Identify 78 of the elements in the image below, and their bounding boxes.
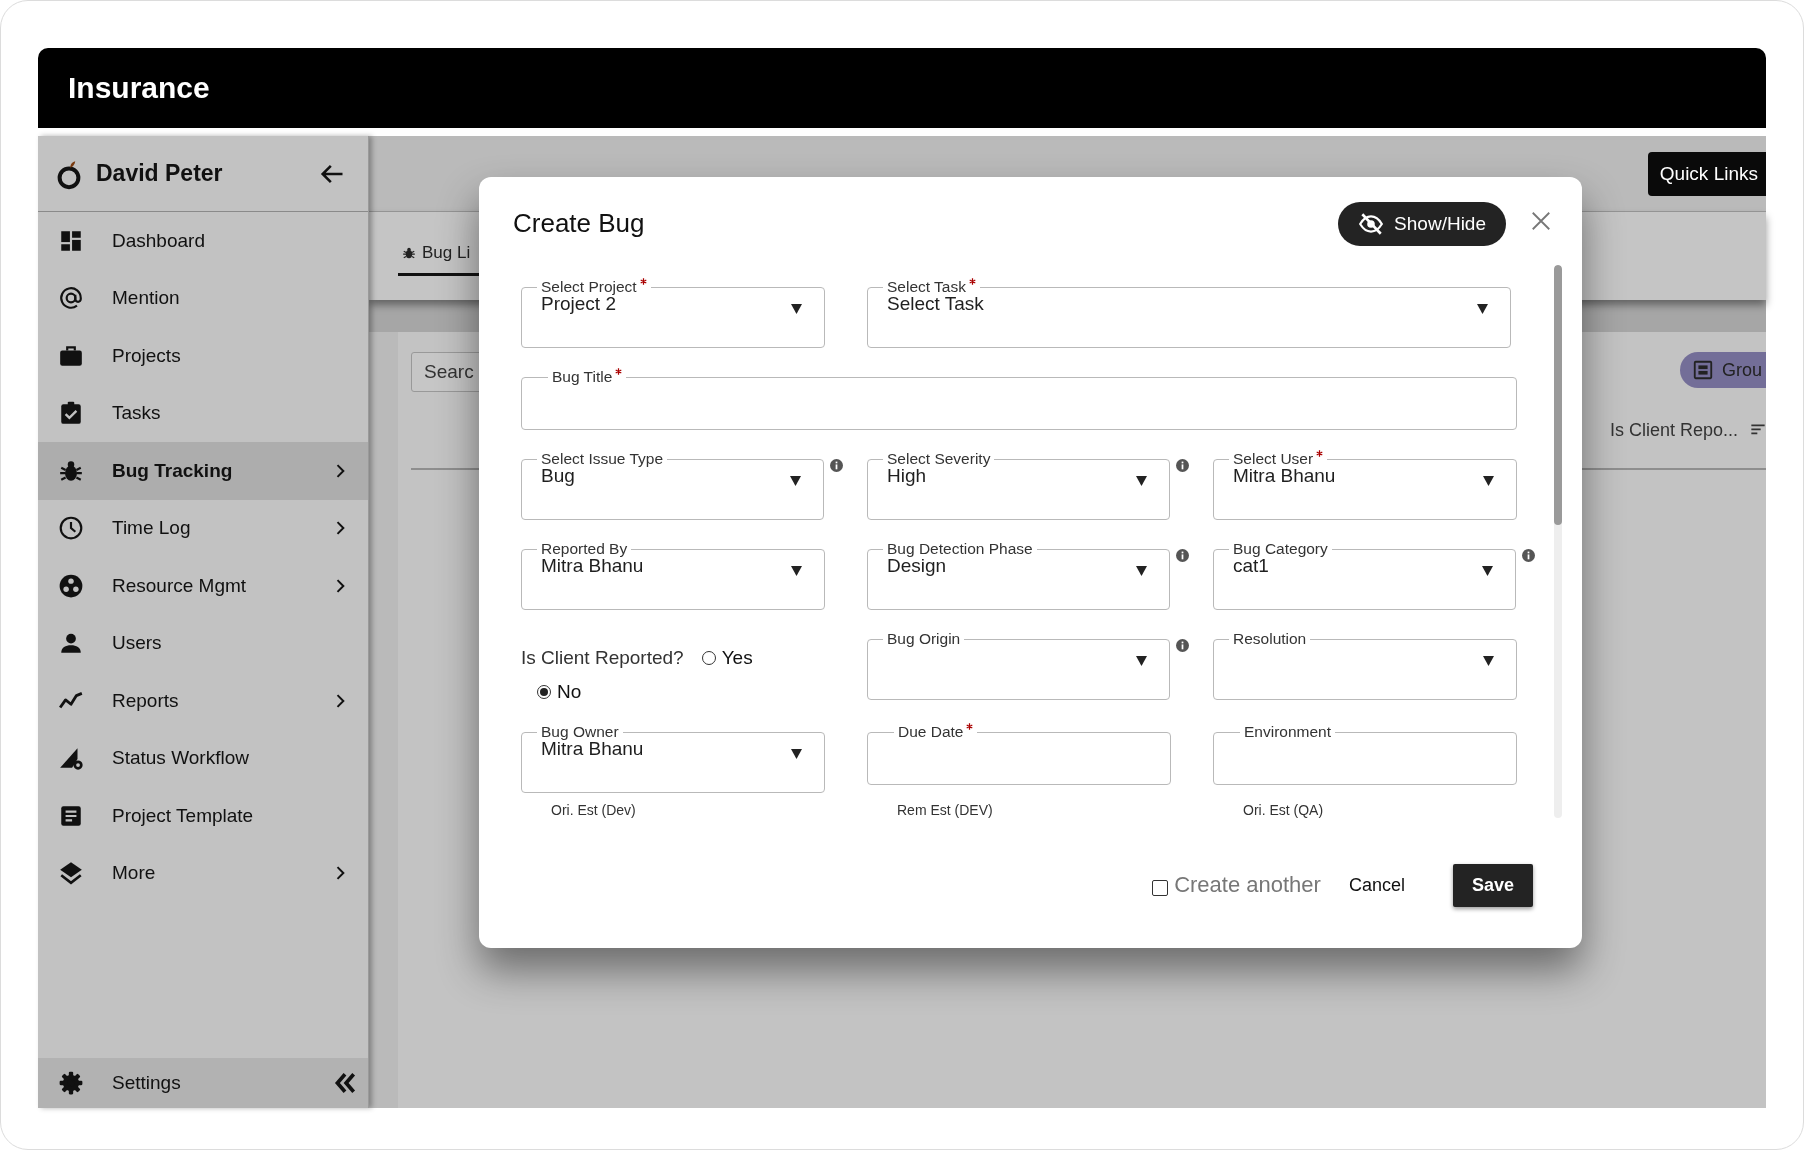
save-button[interactable]: Save: [1452, 863, 1533, 907]
field-label: Due Date: [894, 723, 978, 741]
caret-down-icon: [1477, 304, 1488, 314]
sidebar-item[interactable]: Mention: [38, 269, 368, 327]
quick-links-button[interactable]: Quick Links: [1647, 152, 1766, 196]
caret-down-icon: [1136, 656, 1147, 666]
sidebar-item[interactable]: Time Log: [38, 499, 368, 557]
close-icon[interactable]: [1530, 209, 1552, 232]
collapse-icon[interactable]: [332, 1070, 358, 1096]
field-label: Select Severity: [886, 450, 992, 468]
caret-down-icon: [1483, 476, 1494, 486]
caret-down-icon: [791, 749, 802, 759]
sidebar-item[interactable]: Settings: [38, 1058, 368, 1108]
field-label: Select User: [1229, 450, 1328, 468]
caret-down-icon: [790, 476, 801, 486]
bug-icon: [402, 245, 416, 260]
field-label: Bug Title: [548, 368, 627, 386]
field-label: Bug Category: [1232, 540, 1329, 558]
scrollbar[interactable]: [1554, 265, 1562, 818]
field-label: Bug Owner: [540, 723, 620, 741]
sidebar-item[interactable]: Users: [38, 614, 368, 672]
field-label: Select Task: [883, 278, 980, 296]
select-field[interactable]: Reported By Mitra Bhanu: [521, 540, 825, 610]
sidebar-item[interactable]: Project Template: [38, 787, 368, 845]
triangle-gear-icon: [58, 745, 84, 772]
radio-option[interactable]: No: [537, 681, 582, 703]
select-field[interactable]: Select Task Select Task: [867, 278, 1511, 348]
sidebar-item[interactable]: Tasks: [38, 384, 368, 442]
select-field[interactable]: Bug Origin: [867, 630, 1170, 700]
field-label: Ori. Est (Dev): [551, 802, 636, 818]
input-field[interactable]: Bug Title: [521, 368, 1517, 430]
sidebar-item[interactable]: Status Workflow: [38, 729, 368, 787]
app-title: Insurance: [68, 71, 210, 105]
sidebar-item[interactable]: Projects: [38, 327, 368, 385]
field-label: Reported By: [540, 540, 629, 558]
question-label: Is Client Reported?: [521, 647, 684, 669]
field-label: Select Project: [537, 278, 651, 296]
caret-down-icon: [1136, 566, 1147, 576]
sidebar-item[interactable]: Dashboard: [38, 212, 368, 270]
select-field[interactable]: Select User Mitra Bhanu: [1213, 450, 1517, 520]
radio-option[interactable]: Yes: [701, 647, 753, 669]
clock-icon: [58, 515, 84, 542]
checkbox[interactable]: [1152, 879, 1169, 896]
dialog-title: Create Bug: [513, 208, 646, 239]
select-field[interactable]: Select Issue Type Bug: [521, 450, 824, 520]
clipboard-check-icon: [58, 400, 84, 427]
field-label: Bug Detection Phase: [886, 540, 1034, 558]
select-field[interactable]: Select Project Project 2: [521, 278, 825, 348]
sidebar-item[interactable]: Reports: [38, 672, 368, 730]
circle-dots-icon: [58, 572, 84, 599]
input-field[interactable]: Environment: [1213, 723, 1517, 785]
field-label: Ori. Est (QA): [1243, 802, 1324, 818]
input-field[interactable]: Due Date: [867, 723, 1171, 785]
caret-down-icon: [791, 566, 802, 576]
show-hide-button[interactable]: Show/Hide: [1338, 201, 1506, 246]
caret-down-icon: [791, 304, 802, 314]
layers-icon: [58, 860, 84, 887]
field-label: Bug Origin: [886, 630, 962, 648]
select-field[interactable]: Bug Detection Phase Design: [867, 540, 1170, 610]
checkbox-label[interactable]: Create another: [1174, 872, 1321, 898]
table-icon: [1691, 359, 1714, 381]
caret-down-icon: [1136, 476, 1147, 486]
cancel-button[interactable]: Cancel: [1346, 870, 1407, 900]
caret-down-icon: [1482, 566, 1493, 576]
gear-icon: [58, 1070, 84, 1096]
column-header[interactable]: Is Client Repo...: [1609, 419, 1738, 441]
user-name: David Peter: [96, 160, 223, 187]
select-field[interactable]: Select Severity High: [867, 450, 1170, 520]
field-label: Environment: [1243, 723, 1332, 741]
sidebar-item[interactable]: Bug Tracking: [38, 442, 368, 500]
field-label: Resolution: [1232, 630, 1308, 648]
field-label: Select Issue Type: [540, 450, 665, 468]
sidebar-item[interactable]: More: [38, 844, 368, 902]
select-field[interactable]: Resolution: [1213, 630, 1517, 700]
caret-down-icon: [1483, 656, 1494, 666]
sidebar-item[interactable]: Resource Mgmt: [38, 557, 368, 615]
at-sign-icon: [58, 285, 84, 312]
field-label: Rem Est (DEV): [897, 802, 993, 818]
